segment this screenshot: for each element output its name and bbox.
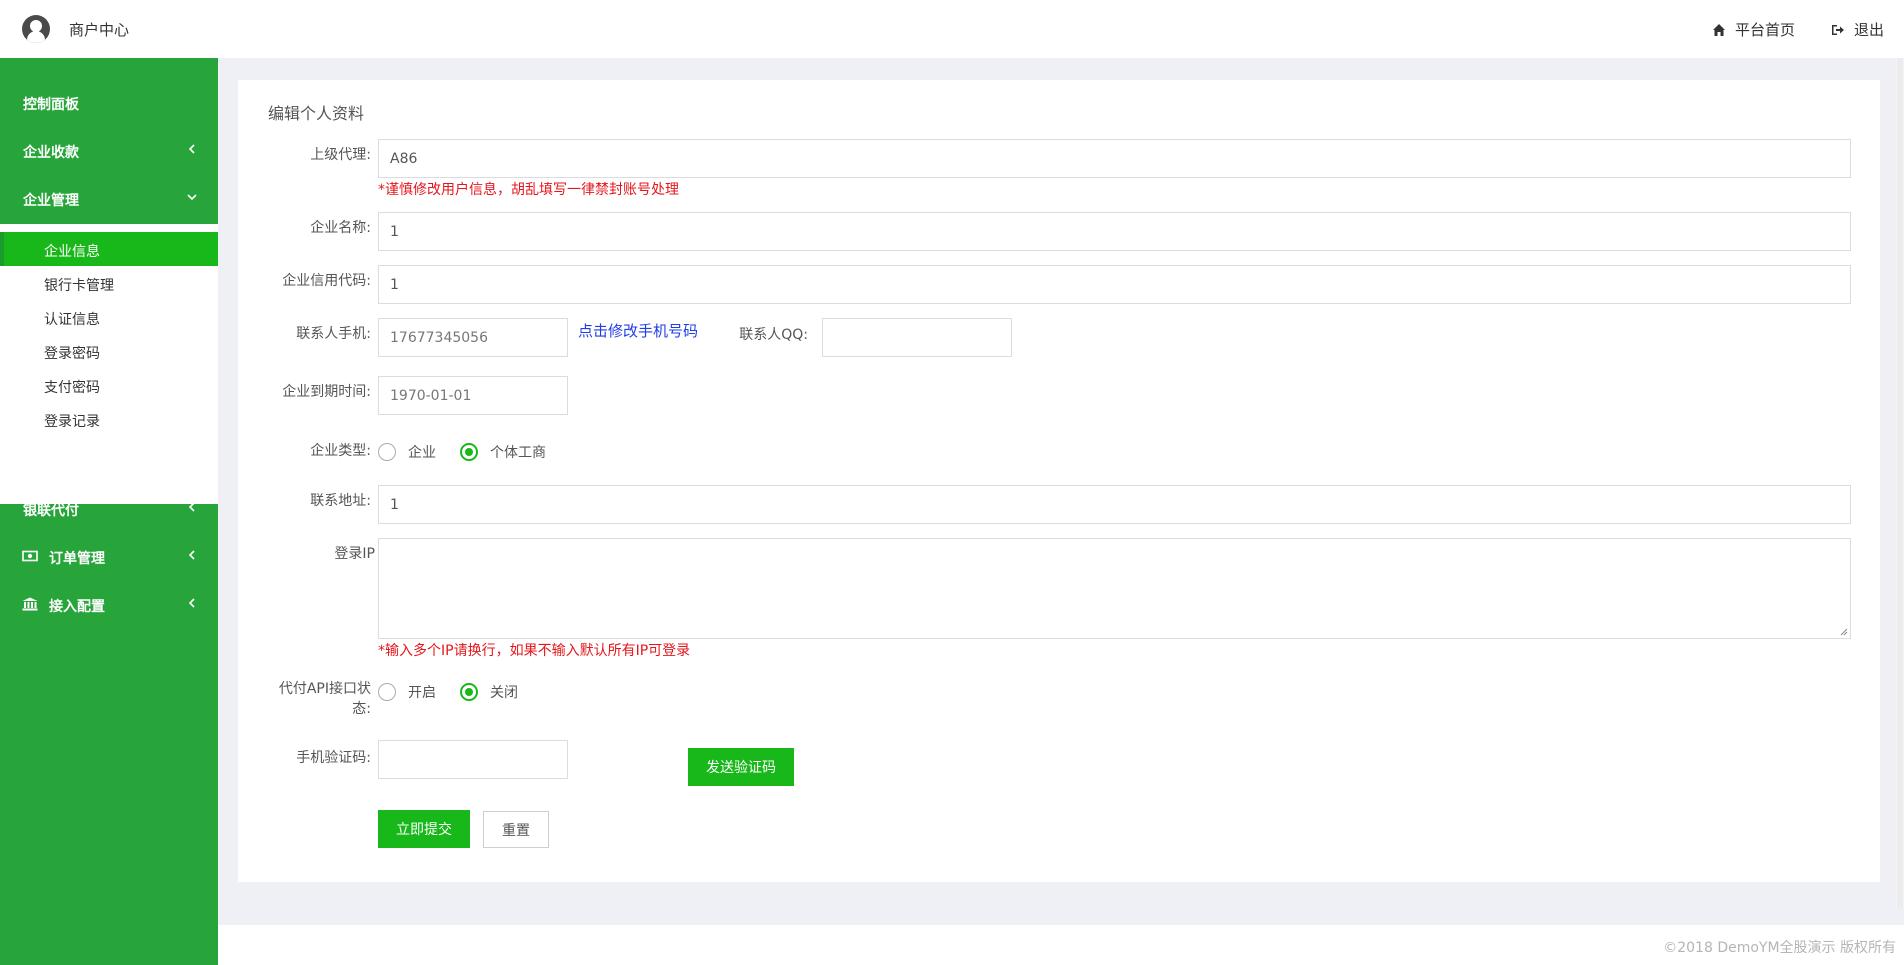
sidebar-item-integration[interactable]: 接入配置	[0, 582, 218, 626]
money-icon	[22, 550, 38, 562]
chevron-left-icon	[188, 598, 195, 608]
company-type-radio-enterprise[interactable]: 企业	[378, 442, 436, 462]
sidebar-item-management[interactable]: 企业管理	[0, 176, 218, 220]
page-title: 编辑个人资料	[268, 104, 365, 123]
ip-hint-text: *输入多个IP请换行，如果不输入默认所有IP可登录	[378, 643, 691, 659]
parent-agent-value: A86	[390, 150, 418, 167]
chevron-left-icon	[188, 502, 195, 512]
address-field[interactable]: 1	[378, 485, 1851, 524]
parent-agent-field[interactable]: A86	[378, 139, 1851, 178]
chevron-left-icon	[188, 550, 195, 560]
submenu-item-label: 企业信息	[44, 244, 100, 260]
avatar[interactable]	[22, 15, 50, 43]
company-name-label: 企业名称:	[310, 220, 371, 236]
api-status-radio-off[interactable]: 关闭	[460, 682, 518, 702]
sidebar-item-dashboard[interactable]: 控制面板	[0, 80, 218, 124]
sidebar-item-collections[interactable]: 企业收款	[0, 128, 218, 172]
credit-code-field[interactable]: 1	[378, 265, 1851, 304]
radio-unchecked-icon	[378, 443, 396, 461]
api-status-label: 代付API接口状 态:	[241, 678, 371, 718]
reset-button[interactable]: 重置	[483, 811, 549, 848]
footer: ©2018 DemoYM全股演示 版权所有	[218, 925, 1904, 965]
sidebar-item-label: 银联代付	[23, 503, 79, 519]
company-name-field[interactable]: 1	[378, 212, 1851, 251]
radio-label: 开启	[408, 685, 436, 701]
chevron-left-icon	[188, 144, 195, 154]
radio-label: 关闭	[490, 685, 518, 701]
credit-code-label: 企业信用代码:	[282, 273, 371, 289]
copyright-text: ©2018 DemoYM全股演示 版权所有	[1663, 940, 1896, 956]
company-type-radio-individual[interactable]: 个体工商	[460, 442, 546, 462]
contact-qq-label: 联系人QQ:	[739, 327, 808, 343]
expire-date-label: 企业到期时间:	[282, 384, 371, 400]
company-name-value: 1	[390, 223, 399, 240]
radio-checked-icon	[460, 443, 478, 461]
platform-home-label: 平台首页	[1735, 21, 1796, 39]
sidebar-item-label: 企业财务	[23, 455, 79, 471]
sign-out-icon	[1832, 24, 1844, 35]
edit-profile-panel: 编辑个人资料 上级代理: A86 *谨慎修改用户信息，胡乱填写一律禁封账号处理 …	[238, 80, 1880, 882]
submenu-item-company-info[interactable]: 企业信息	[0, 232, 218, 266]
sidebar-item-label: 控制面板	[23, 97, 79, 113]
send-code-button[interactable]: 发送验证码	[688, 748, 794, 786]
login-ip-textarea[interactable]	[378, 538, 1851, 639]
submenu-item-login-password[interactable]: 登录密码	[0, 334, 218, 368]
expire-date-field[interactable]: 1970-01-01	[378, 376, 568, 415]
sidebar-item-label: 企业收款	[23, 145, 79, 161]
chevron-down-icon	[187, 194, 197, 201]
chevron-left-icon	[188, 454, 195, 464]
sms-code-label: 手机验证码:	[296, 750, 371, 766]
address-value: 1	[390, 496, 399, 513]
sidebar-item-label: 企业管理	[23, 193, 79, 209]
sidebar-item-finance[interactable]: 企业财务	[0, 438, 218, 482]
sidebar: 控制面板 企业收款 企业管理 企业信息 银行卡管理 认证信息 登录密码 支付密码…	[0, 58, 218, 965]
api-status-radio-on[interactable]: 开启	[378, 682, 436, 702]
submenu-item-label: 登录密码	[44, 346, 100, 362]
sidebar-item-orders[interactable]: 订单管理	[0, 534, 218, 578]
submenu-item-pay-password[interactable]: 支付密码	[0, 368, 218, 402]
warning-text: *谨慎修改用户信息，胡乱填写一律禁封账号处理	[378, 182, 679, 198]
sidebar-item-label: 订单管理	[49, 551, 105, 567]
radio-label: 企业	[408, 445, 436, 461]
parent-agent-label: 上级代理:	[310, 147, 371, 163]
top-header: 商户中心 平台首页 退出	[0, 0, 1904, 58]
contact-phone-field[interactable]: 17677345056	[378, 318, 568, 357]
submenu-item-login-records[interactable]: 登录记录	[0, 402, 218, 436]
sidebar-item-unionpay-payout[interactable]: 银联代付	[0, 486, 218, 530]
contact-phone-value: 17677345056	[390, 329, 488, 346]
submenu-item-bank-cards[interactable]: 银行卡管理	[0, 266, 218, 300]
scrollbar-thumb[interactable]	[1897, 58, 1903, 908]
sms-code-field[interactable]	[378, 740, 568, 779]
home-icon	[1713, 23, 1725, 36]
bank-icon	[22, 597, 38, 611]
sidebar-item-label: 接入配置	[49, 599, 105, 615]
radio-checked-icon	[460, 683, 478, 701]
platform-home-link[interactable]: 平台首页	[1712, 19, 1795, 40]
credit-code-value: 1	[390, 276, 399, 293]
brand-title: 商户中心	[69, 21, 130, 39]
api-status-label-line1: 代付API接口状	[278, 681, 371, 697]
logout-label: 退出	[1854, 21, 1885, 39]
submenu-item-label: 支付密码	[44, 380, 100, 396]
api-status-label-line2: 态:	[352, 701, 371, 717]
submenu-item-label: 认证信息	[44, 312, 100, 328]
contact-phone-label: 联系人手机:	[296, 326, 371, 342]
contact-qq-field[interactable]	[822, 318, 1012, 357]
vertical-scrollbar[interactable]	[1896, 58, 1904, 908]
submenu-item-verification[interactable]: 认证信息	[0, 300, 218, 334]
radio-unchecked-icon	[378, 683, 396, 701]
submenu-item-label: 登录记录	[44, 414, 100, 430]
resize-handle-icon[interactable]	[1840, 628, 1848, 636]
address-label: 联系地址:	[310, 493, 371, 509]
login-ip-label: 登录IP	[334, 546, 375, 562]
submit-button[interactable]: 立即提交	[378, 810, 470, 848]
logout-link[interactable]: 退出	[1831, 19, 1884, 40]
expire-date-value: 1970-01-01	[390, 387, 472, 404]
submenu-item-label: 银行卡管理	[44, 278, 114, 294]
company-type-label: 企业类型:	[310, 443, 371, 459]
radio-label: 个体工商	[490, 445, 546, 461]
